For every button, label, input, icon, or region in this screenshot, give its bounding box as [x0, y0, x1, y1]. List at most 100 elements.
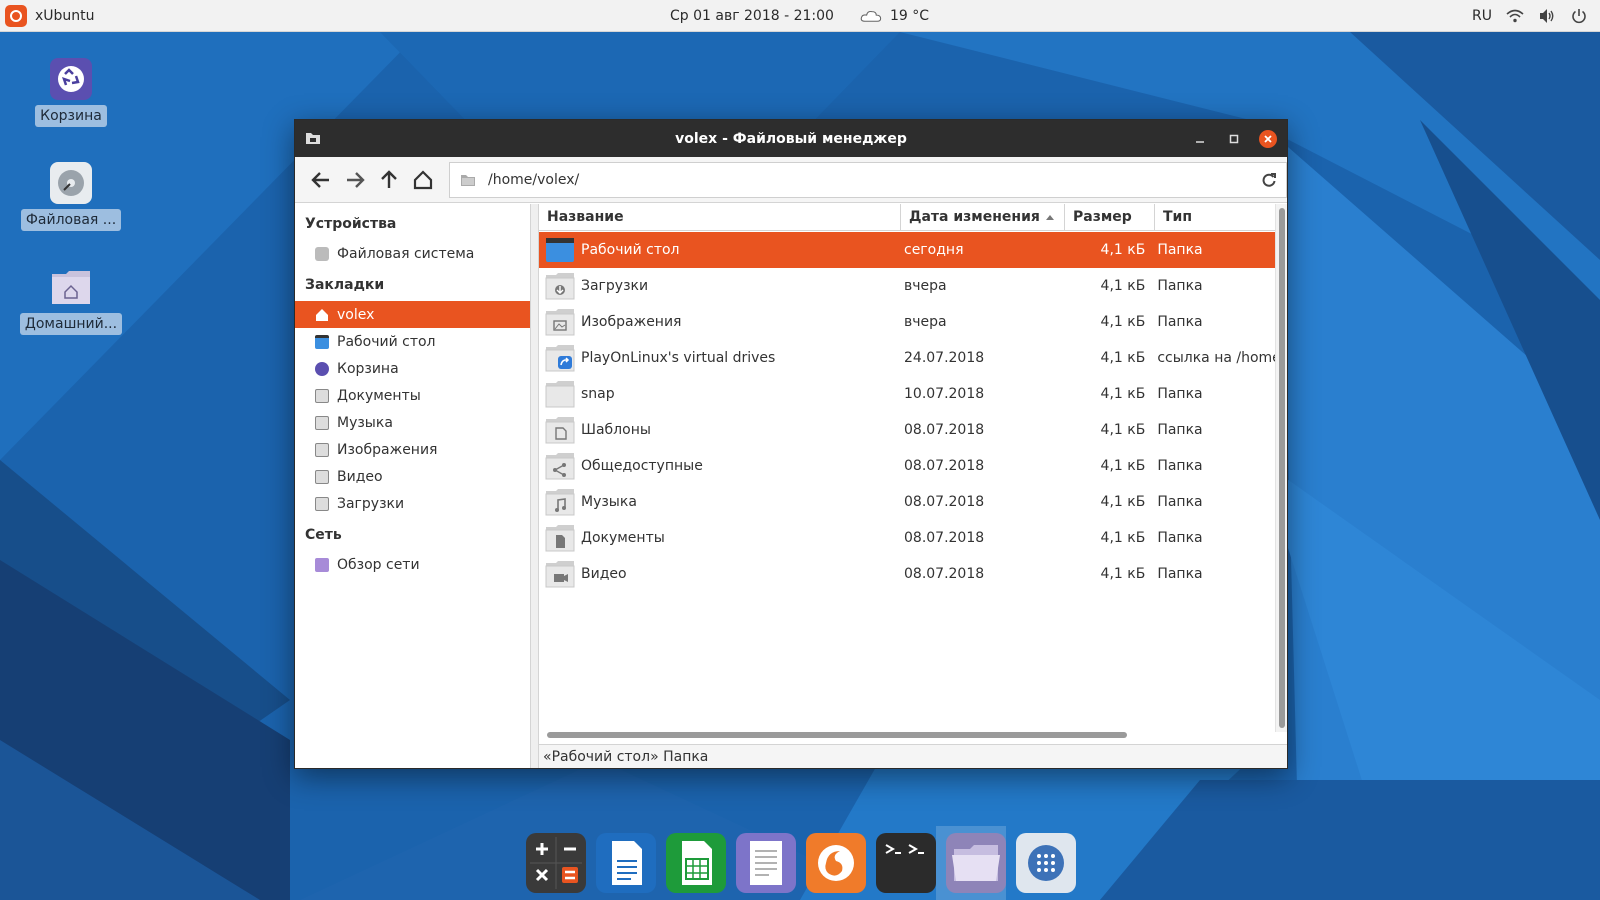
sidebar-heading-network: Сеть	[305, 527, 342, 543]
file-row[interactable]: Загрузки вчера 4,1 кБ Папка	[539, 268, 1275, 304]
reload-icon[interactable]	[1262, 172, 1276, 187]
cloud-icon	[860, 10, 882, 22]
volume-icon[interactable]	[1538, 7, 1556, 25]
file-row[interactable]: PlayOnLinux's virtual drives 24.07.2018 4,…	[539, 340, 1275, 376]
sidebar-item-video[interactable]: Видео	[295, 463, 530, 490]
file-name: Общедоступные	[581, 458, 703, 474]
column-date[interactable]: Дата изменения	[901, 204, 1065, 230]
sidebar-item-label: Видео	[337, 468, 383, 485]
dock-app-grid[interactable]	[1016, 833, 1076, 893]
arrow-right-icon	[347, 171, 365, 188]
temperature: 19 °C	[889, 8, 929, 24]
file-date: вчера	[904, 314, 947, 330]
status-bar: «Рабочий стол» Папка	[539, 744, 1287, 768]
file-name: Музыка	[581, 494, 637, 510]
desktop-icon-trash[interactable]: Корзина	[21, 58, 121, 127]
dock-writer[interactable]	[596, 833, 656, 893]
dock-terminal[interactable]	[876, 833, 936, 893]
file-name: Документы	[581, 530, 665, 546]
file-name-cell: Рабочий стол	[539, 236, 900, 264]
window-titlebar[interactable]: volex - Файловый менеджер	[295, 120, 1287, 157]
minimize-icon	[1196, 140, 1204, 143]
writer-icon	[596, 833, 656, 893]
arrow-up-icon	[381, 169, 397, 188]
dock-text-editor[interactable]	[736, 833, 796, 893]
column-size[interactable]: Размер	[1065, 204, 1155, 230]
sidebar-item-desktop[interactable]: Рабочий стол	[295, 328, 530, 355]
power-icon[interactable]	[1570, 7, 1588, 25]
horizontal-scrollbar[interactable]	[543, 730, 1275, 740]
weather-widget[interactable]: 19 °C	[858, 8, 929, 24]
dock-calculator[interactable]	[526, 833, 586, 893]
home-button[interactable]	[407, 163, 439, 197]
sidebar-item-volex[interactable]: volex	[295, 301, 530, 328]
public-folder-icon	[545, 452, 575, 480]
file-name: Изображения	[581, 314, 682, 330]
sidebar-item-pictures[interactable]: Изображения	[295, 436, 530, 463]
up-button[interactable]	[373, 163, 405, 197]
desktop-icon-home[interactable]: Домашний...	[19, 266, 123, 335]
keyboard-layout[interactable]: RU	[1472, 8, 1492, 24]
desktop-icon-filesystem[interactable]: Файловая ...	[20, 162, 122, 231]
dock-spreadsheet[interactable]	[666, 833, 726, 893]
file-row[interactable]: Изображения вчера 4,1 кБ Папка	[539, 304, 1275, 340]
file-size: 4,1 кБ	[1100, 242, 1146, 258]
pane-splitter[interactable]	[531, 204, 539, 768]
trash-icon	[315, 361, 329, 376]
minimize-button[interactable]	[1191, 130, 1209, 148]
maximize-button[interactable]	[1225, 130, 1243, 148]
file-name: snap	[581, 386, 615, 402]
pictures-folder-icon	[315, 442, 329, 457]
folder-icon	[545, 380, 575, 408]
sidebar-item-filesystem[interactable]: Файловая система	[295, 240, 530, 267]
disk-icon	[50, 162, 92, 204]
column-name[interactable]: Название	[539, 204, 901, 230]
terminal-icon	[876, 833, 936, 893]
downloads-folder-icon	[545, 272, 575, 300]
file-list: Рабочий стол сегодня 4,1 кБ Папка Загрузки вч…	[539, 232, 1275, 592]
column-type[interactable]: Тип	[1155, 204, 1277, 230]
music-folder-icon	[315, 415, 329, 430]
sidebar-item-trash[interactable]: Корзина	[295, 355, 530, 382]
dock-firefox[interactable]	[806, 833, 866, 893]
file-type: Папка	[1157, 494, 1203, 510]
network-icon	[315, 557, 329, 572]
location-bar[interactable]: /home/volex/	[449, 161, 1287, 198]
sidebar-item-downloads[interactable]: Загрузки	[295, 490, 530, 517]
dock	[526, 826, 1076, 900]
location-path: /home/volex/	[488, 171, 580, 188]
file-row[interactable]: snap 10.07.2018 4,1 кБ Папка	[539, 376, 1275, 412]
back-button[interactable]	[305, 163, 337, 197]
horizontal-scrollbar-thumb[interactable]	[547, 732, 1127, 738]
sidebar-heading-bookmarks: Закладки	[305, 277, 385, 293]
sidebar-heading-devices: Устройства	[305, 216, 397, 232]
file-name: Шаблоны	[581, 422, 651, 438]
video-folder-icon	[545, 560, 575, 588]
column-date-label: Дата изменения	[909, 209, 1040, 225]
clock[interactable]: Ср 01 авг 2018 - 21:00	[670, 8, 834, 24]
file-row[interactable]: Шаблоны 08.07.2018 4,1 кБ Папка	[539, 412, 1275, 448]
sidebar-item-network[interactable]: Обзор сети	[295, 551, 530, 578]
vertical-scrollbar[interactable]	[1275, 204, 1287, 732]
top-panel: xUbuntu Ср 01 авг 2018 - 21:00 19 °C RU	[0, 0, 1600, 32]
forward-button[interactable]	[339, 163, 371, 197]
close-button[interactable]	[1259, 129, 1277, 148]
file-name-cell: Видео	[539, 560, 900, 588]
file-name-cell: PlayOnLinux's virtual drives	[539, 344, 900, 372]
file-date: 08.07.2018	[904, 458, 985, 474]
sidebar-item-music[interactable]: Музыка	[295, 409, 530, 436]
ubuntu-menu-icon[interactable]	[5, 4, 27, 27]
file-row[interactable]: Рабочий стол сегодня 4,1 кБ Папка	[539, 232, 1275, 268]
vertical-scrollbar-thumb[interactable]	[1279, 208, 1285, 728]
wifi-icon[interactable]	[1506, 7, 1524, 25]
dock-file-manager[interactable]	[946, 833, 1006, 893]
file-row[interactable]: Общедоступные 08.07.2018 4,1 кБ Папка	[539, 448, 1275, 484]
file-manager-window[interactable]: volex - Файловый менеджер /home/volex/ У…	[294, 119, 1288, 769]
disk-icon	[315, 246, 329, 261]
file-row[interactable]: Видео 08.07.2018 4,1 кБ Папка	[539, 556, 1275, 592]
file-size: 4,1 кБ	[1100, 386, 1146, 402]
file-row[interactable]: Музыка 08.07.2018 4,1 кБ Папка	[539, 484, 1275, 520]
sidebar-item-documents[interactable]: Документы	[295, 382, 530, 409]
file-name: Загрузки	[581, 278, 649, 294]
file-row[interactable]: Документы 08.07.2018 4,1 кБ Папка	[539, 520, 1275, 556]
